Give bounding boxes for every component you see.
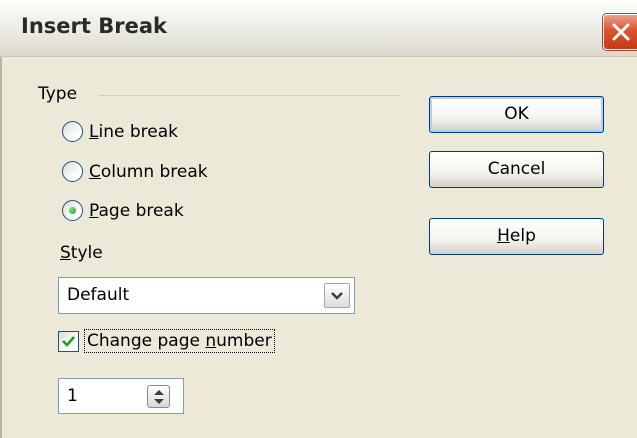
style-dropdown[interactable]: Default [58, 277, 355, 314]
chevron-down-icon [331, 292, 343, 300]
ok-button[interactable]: OK [429, 96, 604, 133]
style-dropdown-value: Default [67, 285, 130, 305]
style-label: Style [60, 243, 103, 263]
radio-selected-dot [69, 207, 76, 214]
radio-indicator[interactable] [62, 121, 83, 142]
window-title: Insert Break [21, 14, 167, 38]
insert-break-dialog: Insert Break Type Line break Column brea… [0, 0, 637, 438]
checkmark-icon [62, 335, 75, 347]
title-bar: Insert Break [0, 0, 637, 57]
radio-line-break[interactable]: Line break [62, 121, 178, 142]
page-number-value: 1 [67, 386, 78, 406]
style-dropdown-button[interactable] [324, 283, 350, 308]
radio-page-break[interactable]: Page break [62, 200, 184, 221]
change-page-number-label: Change page number [84, 329, 275, 353]
radio-line-break-label: Line break [89, 121, 178, 142]
type-group-label: Type [38, 84, 78, 104]
help-button[interactable]: Help [429, 218, 604, 255]
radio-indicator-selected[interactable] [62, 200, 83, 221]
radio-column-break[interactable]: Column break [62, 161, 208, 182]
close-button[interactable] [603, 14, 637, 50]
spin-updown-icon [154, 390, 164, 404]
change-page-number-checkbox-row[interactable]: Change page number [58, 329, 275, 353]
radio-page-break-label: Page break [89, 200, 184, 221]
cancel-button[interactable]: Cancel [429, 151, 604, 188]
radio-column-break-label: Column break [89, 161, 208, 182]
change-page-number-checkbox[interactable] [58, 330, 79, 352]
type-group-divider [99, 95, 401, 96]
radio-indicator[interactable] [62, 161, 83, 182]
page-number-spin-button[interactable] [147, 385, 170, 408]
page-number-spinfield[interactable]: 1 [58, 378, 184, 414]
close-icon [612, 23, 630, 41]
